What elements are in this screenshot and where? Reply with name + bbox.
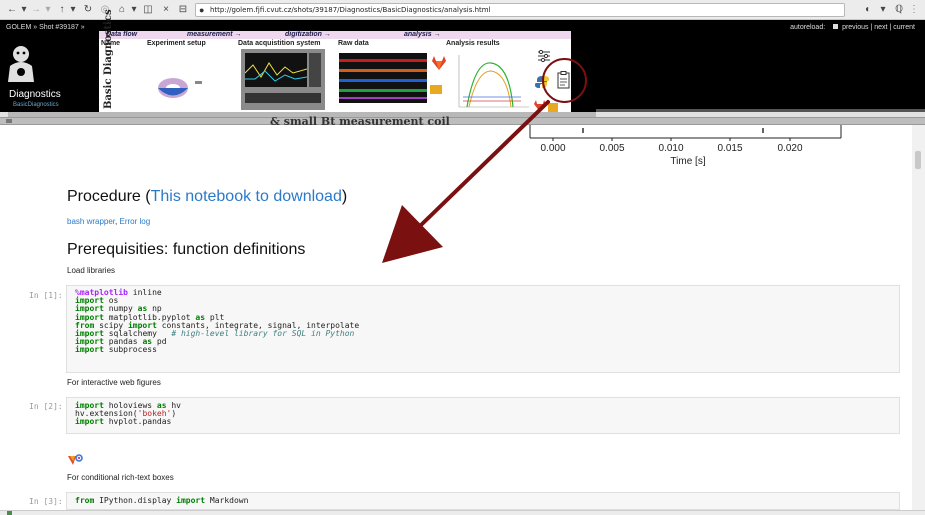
annotation-arrow bbox=[382, 100, 550, 263]
